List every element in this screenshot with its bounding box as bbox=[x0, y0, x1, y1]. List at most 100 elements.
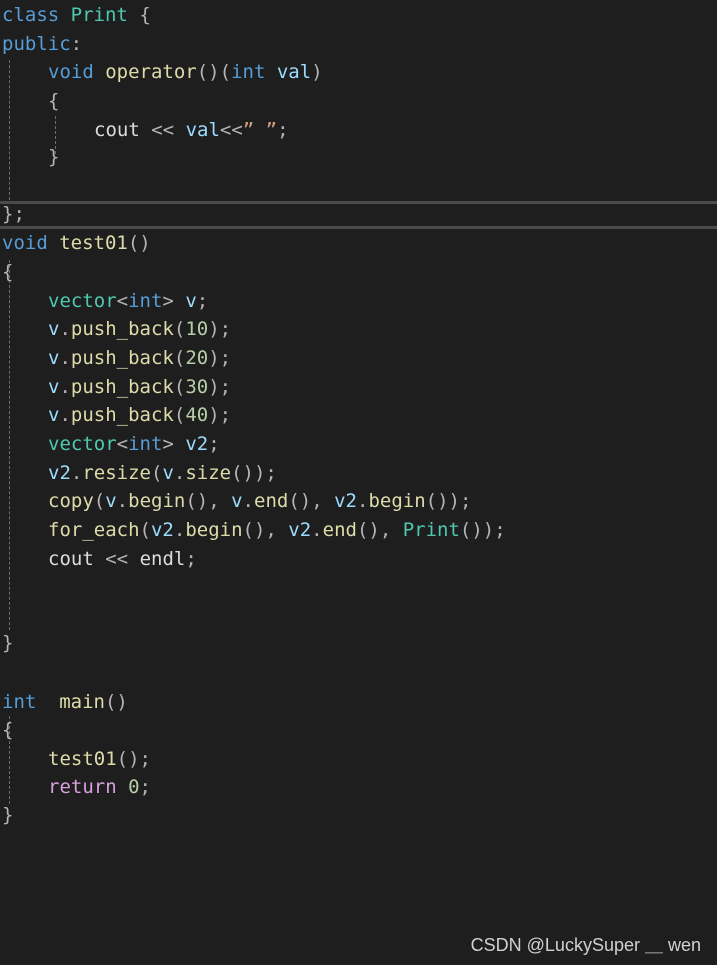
code-token: push_back bbox=[70, 404, 174, 426]
code-token: { bbox=[2, 261, 14, 283]
code-token: ()); bbox=[459, 519, 506, 541]
code-token: test01 bbox=[59, 232, 128, 254]
code-token: int bbox=[128, 290, 163, 312]
code-token: { bbox=[2, 719, 14, 741]
code-token: } bbox=[2, 804, 14, 826]
code-token: ( bbox=[173, 347, 186, 369]
code-token: ()); bbox=[231, 462, 277, 484]
code-line: for_each(v2.begin(), v2.end(), Print()); bbox=[48, 516, 506, 544]
code-token: begin bbox=[128, 490, 186, 512]
code-token: ; bbox=[139, 776, 151, 798]
code-token: ( bbox=[219, 61, 232, 83]
code-token: . bbox=[70, 462, 83, 484]
code-editor[interactable]: class Print { public: void operator()(in… bbox=[0, 0, 717, 965]
code-token: v bbox=[162, 462, 174, 484]
code-token: { bbox=[139, 4, 151, 26]
code-token: . bbox=[311, 519, 323, 541]
code-line: int main() bbox=[2, 688, 128, 716]
code-token: . bbox=[116, 490, 129, 512]
code-token: v2 bbox=[185, 433, 209, 455]
code-line: void test01() bbox=[2, 229, 151, 257]
code-token: ; bbox=[277, 119, 289, 141]
code-line: } bbox=[2, 801, 13, 829]
code-token: v2 bbox=[48, 462, 71, 484]
code-line: vector<int> v2; bbox=[48, 430, 220, 458]
code-token: int bbox=[2, 691, 37, 713]
code-line: test01(); bbox=[48, 745, 151, 773]
code-token: ( bbox=[173, 376, 186, 398]
code-token: v bbox=[231, 490, 243, 512]
code-token: v bbox=[48, 318, 60, 340]
code-token: . bbox=[242, 490, 254, 512]
code-line: void operator()(int val) bbox=[48, 58, 323, 86]
code-token: . bbox=[59, 318, 71, 340]
code-line: { bbox=[48, 87, 59, 115]
code-token: push_back bbox=[70, 318, 174, 340]
code-token: ( bbox=[93, 490, 106, 512]
code-token: << bbox=[105, 548, 129, 570]
code-token: ) bbox=[311, 61, 323, 83]
code-token: ; bbox=[219, 347, 232, 369]
code-token: . bbox=[173, 519, 186, 541]
code-token: << bbox=[151, 119, 175, 141]
code-line: v.push_back(30); bbox=[48, 373, 231, 401]
code-token: size bbox=[185, 462, 232, 484]
watermark-text: CSDN @LuckySuper ＿ wen bbox=[470, 935, 701, 955]
indent-guide bbox=[9, 260, 10, 630]
code-token: << bbox=[219, 119, 243, 141]
code-token: () bbox=[196, 61, 220, 83]
code-token: operator bbox=[105, 61, 197, 83]
code-token: return bbox=[48, 776, 117, 798]
code-line: v2.resize(v.size()); bbox=[48, 459, 277, 487]
code-token: void bbox=[48, 61, 94, 83]
code-token: } bbox=[48, 146, 60, 168]
code-token: endl bbox=[139, 548, 186, 570]
code-token: push_back bbox=[70, 376, 174, 398]
code-line: v.push_back(20); bbox=[48, 344, 231, 372]
code-token: vector bbox=[48, 433, 117, 455]
code-token: val bbox=[185, 119, 220, 141]
code-token: ) bbox=[208, 347, 220, 369]
code-token: end bbox=[254, 490, 289, 512]
code-token: . bbox=[59, 347, 71, 369]
code-token: ; bbox=[185, 548, 197, 570]
code-token: ; bbox=[13, 203, 25, 225]
code-token: cout bbox=[48, 548, 94, 570]
code-token: test01 bbox=[48, 748, 117, 770]
code-line: return 0; bbox=[48, 773, 151, 801]
code-line: v.push_back(40); bbox=[48, 401, 231, 429]
code-token: . bbox=[173, 462, 186, 484]
code-token: v bbox=[48, 347, 60, 369]
code-line: { bbox=[2, 716, 13, 744]
code-token: int bbox=[231, 61, 266, 83]
code-line: vector<int> v; bbox=[48, 287, 208, 315]
code-token: ; bbox=[219, 318, 232, 340]
code-token: v2 bbox=[288, 519, 312, 541]
code-line: } bbox=[48, 143, 59, 171]
code-token: { bbox=[48, 90, 60, 112]
code-line: v.push_back(10); bbox=[48, 315, 231, 343]
code-token: v bbox=[48, 376, 60, 398]
code-token: ; bbox=[208, 433, 220, 455]
code-token: ; bbox=[219, 404, 232, 426]
code-line: { bbox=[2, 258, 13, 286]
code-token: 20 bbox=[185, 347, 209, 369]
code-token: begin bbox=[185, 519, 243, 541]
code-token: Print bbox=[402, 519, 460, 541]
code-token: ( bbox=[150, 462, 163, 484]
code-token: . bbox=[356, 490, 369, 512]
code-token: () bbox=[127, 232, 151, 254]
code-token: ; bbox=[196, 290, 209, 312]
code-token: 10 bbox=[185, 318, 209, 340]
code-line: }; bbox=[2, 200, 25, 228]
code-token: void bbox=[2, 232, 48, 254]
code-token: v bbox=[48, 404, 60, 426]
code-token: push_back bbox=[70, 347, 174, 369]
code-line: copy(v.begin(), v.end(), v2.begin()); bbox=[48, 487, 471, 515]
code-token: v bbox=[185, 290, 197, 312]
code-token: < bbox=[116, 290, 129, 312]
code-token: (), bbox=[288, 490, 335, 512]
editor-separator-top bbox=[0, 201, 717, 204]
code-token: ( bbox=[139, 519, 151, 541]
code-token: for_each bbox=[48, 519, 140, 541]
